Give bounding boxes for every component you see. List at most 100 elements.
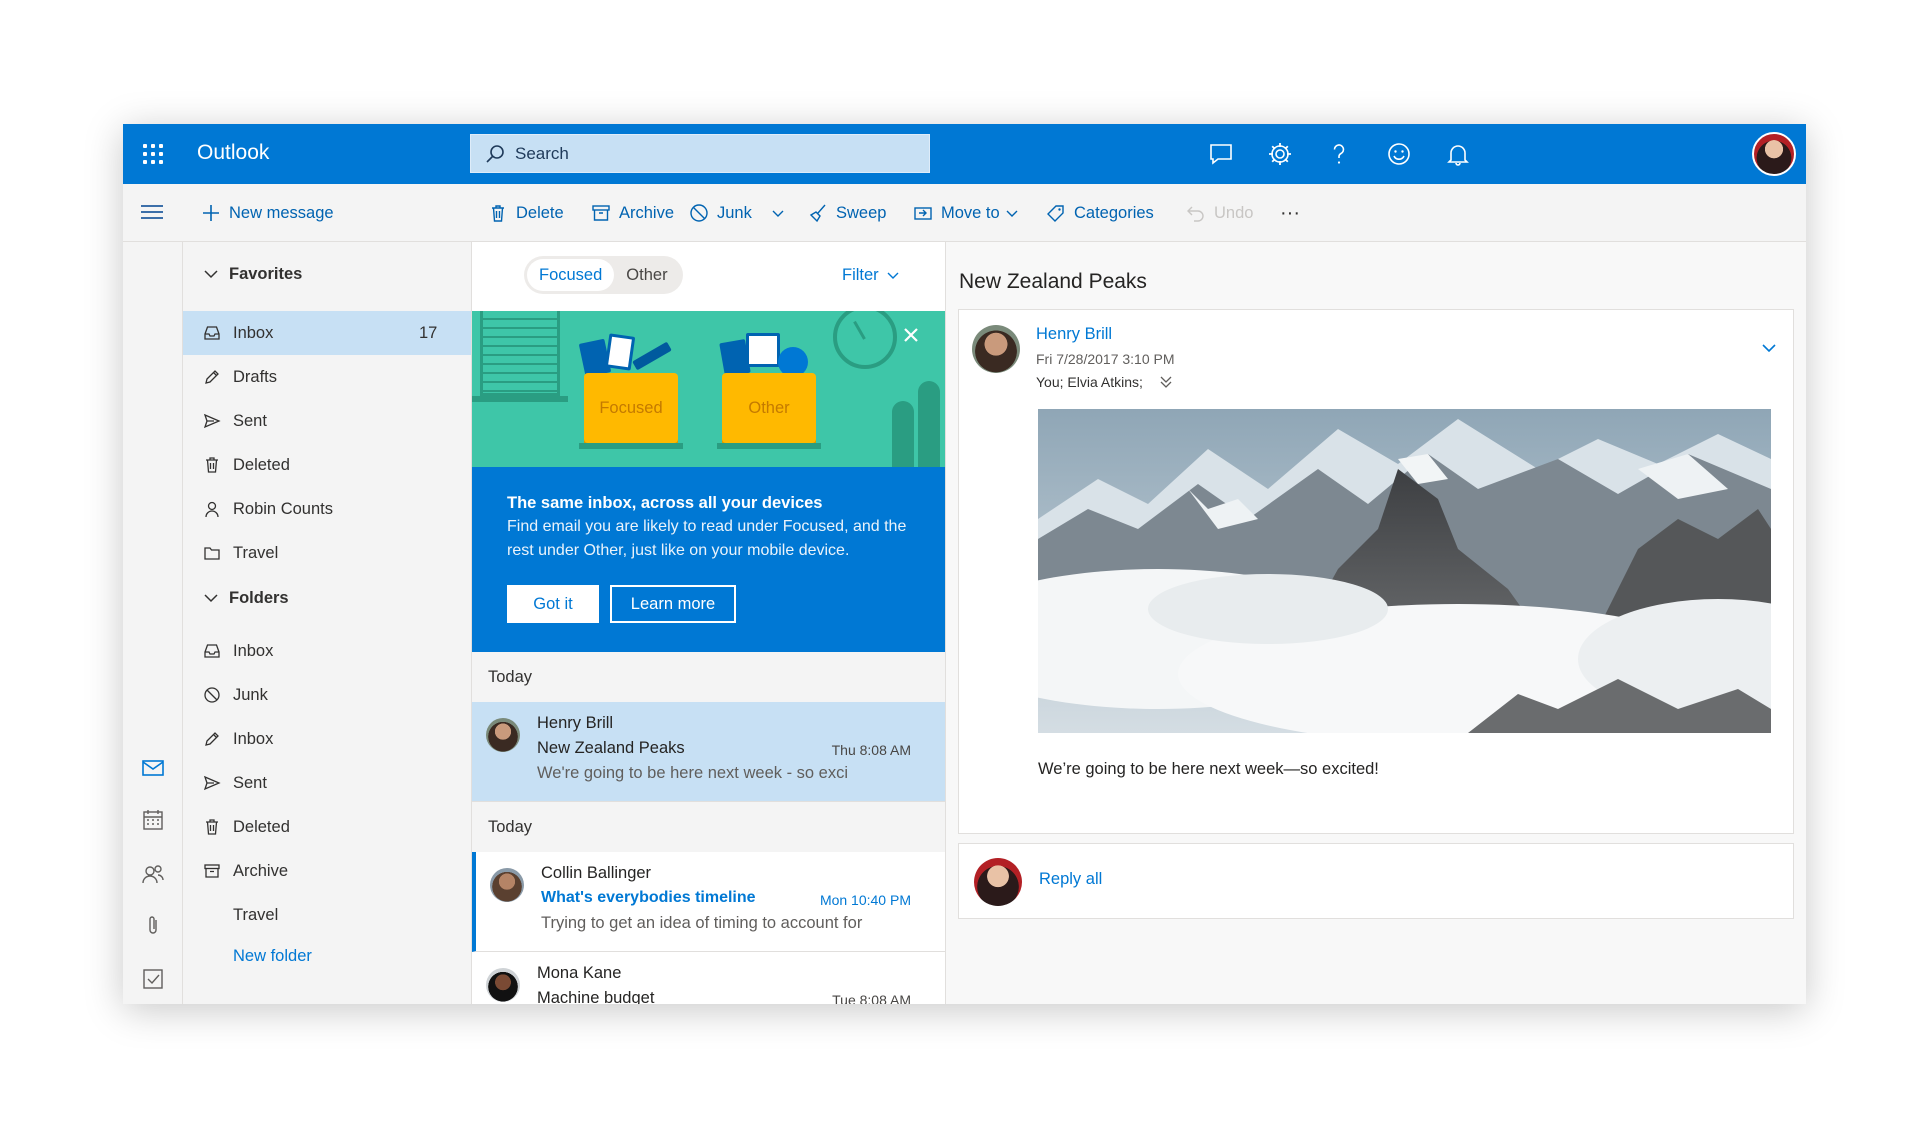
gear-icon[interactable] — [1260, 134, 1300, 174]
mountain-photo — [1038, 409, 1771, 733]
close-icon[interactable] — [897, 321, 925, 349]
delete-label: Delete — [516, 203, 564, 222]
message-row-henry-brill[interactable]: Henry Brill New Zealand Peaks Thu 8:08 A… — [472, 702, 945, 802]
got-it-button[interactable]: Got it — [507, 585, 599, 623]
delete-button[interactable]: Delete — [488, 184, 564, 242]
new-message-button[interactable]: New message — [201, 184, 334, 242]
calendar-icon[interactable] — [137, 804, 169, 836]
message-row-collin-ballinger[interactable]: Collin Ballinger What's everybodies time… — [472, 852, 945, 952]
more-options-icon[interactable]: ··· — [1280, 184, 1300, 242]
reply-all-button[interactable]: Reply all — [1039, 870, 1102, 889]
chevron-down-icon — [204, 270, 218, 279]
favorite-robin-counts[interactable]: Robin Counts — [183, 487, 471, 531]
person-icon — [205, 501, 219, 518]
chevron-down-icon[interactable] — [1759, 338, 1779, 358]
mail-icon[interactable] — [137, 752, 169, 784]
plant-icon — [918, 381, 940, 467]
banner-body: Find email you are likely to read under … — [507, 518, 907, 559]
clock-icon — [833, 311, 897, 369]
tab-other[interactable]: Other — [614, 259, 679, 291]
reading-pane: New Zealand Peaks Henry Brill Fri 7/28/2… — [946, 242, 1806, 1004]
app-title: Outlook — [197, 141, 270, 164]
learn-more-button[interactable]: Learn more — [610, 585, 736, 623]
folder-travel[interactable]: Travel — [183, 893, 471, 937]
chevron-down-icon — [887, 272, 899, 279]
unread-count: 17 — [419, 323, 438, 342]
folder-label: Inbox — [233, 323, 274, 342]
newspaper-icon — [746, 333, 780, 367]
reply-all-bar[interactable]: Reply all — [958, 843, 1794, 919]
folder-inbox-2[interactable]: Inbox — [183, 717, 471, 761]
message-sender: Collin Ballinger — [541, 864, 652, 882]
tab-focused[interactable]: Focused — [527, 259, 615, 291]
other-box-label: Other — [748, 398, 790, 417]
favorite-travel[interactable]: Travel — [183, 531, 471, 575]
focused-box-label: Focused — [599, 398, 663, 417]
message-row-mona-kane[interactable]: Mona Kane Machine budget Tue 8:08 AM — [472, 952, 945, 1004]
paperclip-icon[interactable] — [137, 910, 169, 942]
bell-icon[interactable] — [1438, 134, 1478, 174]
message-subject: What's everybodies timeline — [541, 889, 756, 906]
trash-icon — [206, 457, 218, 473]
folders-header[interactable]: Folders — [203, 583, 289, 613]
sender-avatar[interactable] — [972, 325, 1020, 373]
user-avatar[interactable] — [1752, 132, 1796, 176]
todo-checkbox-icon[interactable] — [137, 963, 169, 995]
junk-dropdown[interactable] — [772, 184, 792, 242]
folder-sent[interactable]: Sent — [183, 761, 471, 805]
archive-button[interactable]: Archive — [591, 184, 674, 242]
folder-junk[interactable]: Junk — [183, 673, 471, 717]
favorites-header[interactable]: Favorites — [203, 259, 302, 289]
message-list: Focused Other Filter Focused Other The s… — [471, 242, 946, 1004]
inbox-icon — [204, 326, 220, 340]
people-icon[interactable] — [137, 858, 169, 890]
new-folder-link[interactable]: New folder — [183, 934, 471, 978]
sender-name[interactable]: Henry Brill — [1036, 325, 1112, 344]
tag-icon — [1047, 205, 1064, 222]
chevron-down-icon — [204, 594, 218, 603]
favorite-sent[interactable]: Sent — [183, 399, 471, 443]
avatar — [490, 868, 524, 902]
search-box[interactable] — [470, 134, 930, 173]
group-header-today: Today — [472, 802, 945, 852]
focused-inbox-illustration: Focused Other — [472, 311, 945, 467]
pencil-icon — [205, 370, 219, 384]
undo-button[interactable]: Undo — [1186, 184, 1253, 242]
filter-button[interactable]: Filter — [842, 256, 899, 294]
folder-archive[interactable]: Archive — [183, 849, 471, 893]
folder-deleted[interactable]: Deleted — [183, 805, 471, 849]
banner-title: The same inbox, across all your devices — [507, 494, 823, 512]
message-sender: Henry Brill — [537, 714, 614, 732]
message-preview: We're going to be here next week - so ex… — [537, 764, 849, 782]
categories-button[interactable]: Categories — [1046, 184, 1154, 242]
recipients-label: You; Elvia Atkins; — [1036, 374, 1143, 390]
junk-button[interactable]: Junk — [689, 184, 752, 242]
avatar — [486, 718, 520, 752]
module-rail — [123, 242, 183, 1004]
hamburger-menu-icon[interactable] — [139, 201, 165, 225]
favorite-drafts[interactable]: Drafts — [183, 355, 471, 399]
favorite-inbox[interactable]: Inbox 17 — [183, 311, 471, 355]
folders-label: Folders — [229, 588, 289, 607]
email-body: We’re going to be here next week—so exci… — [1038, 760, 1379, 778]
favorite-deleted[interactable]: Deleted — [183, 443, 471, 487]
search-input[interactable] — [515, 143, 915, 164]
sweep-button[interactable]: Sweep — [808, 184, 886, 242]
app-launcher-icon[interactable] — [139, 140, 167, 168]
folder-inbox[interactable]: Inbox — [183, 629, 471, 673]
folder-label: Deleted — [233, 817, 290, 836]
block-icon — [690, 204, 708, 222]
folder-label: Inbox — [233, 641, 274, 660]
send-icon — [203, 413, 221, 429]
smiley-icon[interactable] — [1379, 134, 1419, 174]
help-icon[interactable] — [1319, 134, 1359, 174]
move-to-button[interactable]: Move to — [913, 184, 1026, 242]
folder-pane: Favorites Inbox 17 Drafts Sent Deleted R… — [183, 242, 471, 1004]
window-sill — [472, 396, 568, 402]
message-subject: New Zealand Peaks — [537, 739, 685, 757]
folder-label: Travel — [233, 543, 279, 562]
expand-recipients-icon[interactable] — [1159, 375, 1173, 389]
folder-icon — [204, 547, 220, 560]
folder-label: Robin Counts — [233, 499, 333, 518]
chat-icon[interactable] — [1201, 134, 1241, 174]
